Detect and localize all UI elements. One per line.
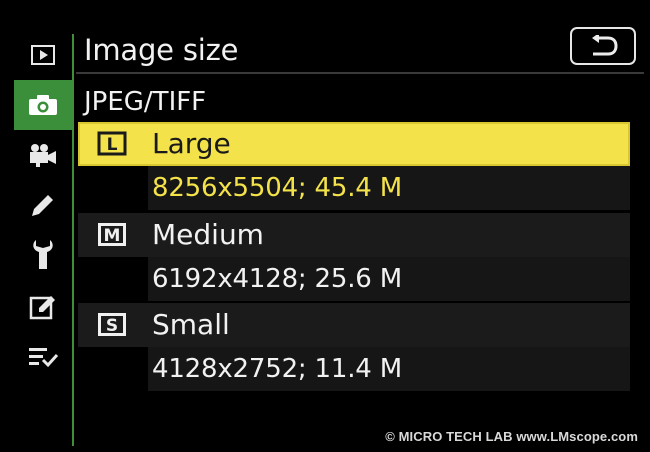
page-title: Image size: [84, 33, 239, 67]
size-large-icon: L: [97, 131, 127, 156]
my-menu-icon: [29, 348, 58, 368]
sidebar-item-retouch[interactable]: [14, 286, 72, 328]
option-detail: 6192x4128; 25.6 M: [152, 264, 402, 294]
pencil-icon: [32, 195, 53, 216]
back-button[interactable]: [570, 27, 636, 65]
return-arrow-icon: [592, 35, 618, 56]
size-small-icon: S: [98, 313, 126, 336]
size-medium-badge: M: [104, 226, 121, 246]
sidebar-item-movie-shooting[interactable]: [14, 134, 72, 176]
retouch-icon: [29, 296, 55, 320]
option-label: Small: [152, 308, 230, 341]
option-label: Medium: [152, 218, 264, 251]
option-detail: 8256x5504; 45.4 M: [152, 173, 402, 203]
sidebar-item-photo-shooting[interactable]: [14, 80, 72, 130]
playback-icon: [31, 45, 55, 65]
size-large-badge: L: [107, 135, 118, 155]
section-label: JPEG/TIFF: [84, 87, 207, 117]
menu-sidebar: [14, 34, 74, 446]
size-small-badge: S: [106, 316, 118, 336]
image-size-option-medium[interactable]: M Medium 6192x4128; 25.6 M: [78, 213, 630, 301]
sidebar-item-my-menu[interactable]: [14, 336, 72, 378]
option-detail: 4128x2752; 11.4 M: [152, 354, 402, 384]
movie-camera-icon: [30, 144, 56, 167]
image-size-option-large[interactable]: L Large 8256x5504; 45.4 M: [78, 122, 630, 210]
size-medium-icon: M: [98, 223, 126, 246]
image-size-option-small[interactable]: S Small 4128x2752; 11.4 M: [78, 303, 630, 391]
wrench-icon: [33, 240, 53, 269]
watermark: © MICRO TECH LAB www.LMscope.com: [385, 429, 638, 444]
header-divider: [76, 72, 644, 74]
option-label: Large: [152, 127, 231, 160]
camera-icon: [29, 95, 57, 115]
sidebar-item-custom-settings[interactable]: [14, 184, 72, 226]
sidebar-item-playback[interactable]: [14, 34, 72, 76]
sidebar-item-setup[interactable]: [14, 234, 72, 276]
